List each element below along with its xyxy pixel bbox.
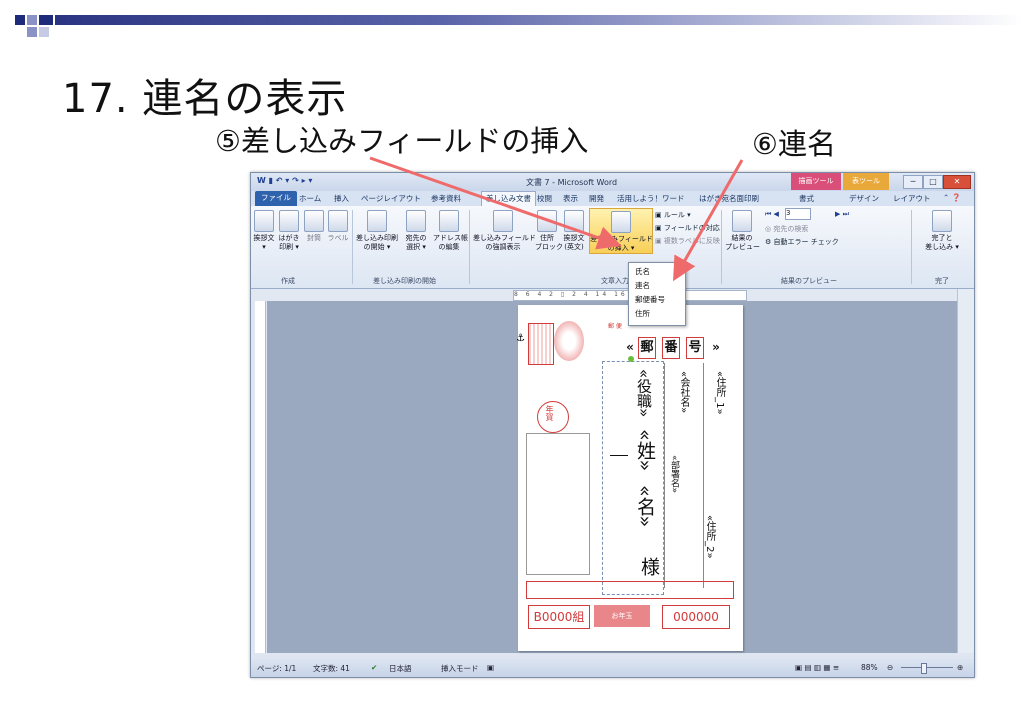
callout-arrows [369,156,744,282]
arrow-to-renmei [673,159,744,282]
arrow-to-insert-field [369,156,622,250]
